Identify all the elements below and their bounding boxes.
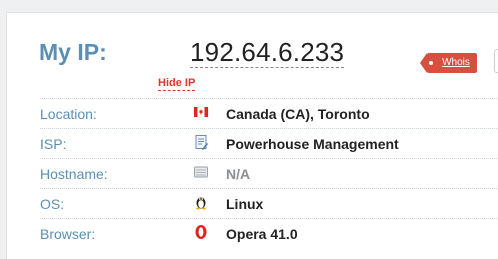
browser-label: Browser: <box>40 226 96 242</box>
browser-row: Browser: Opera 41.0 <box>7 218 498 248</box>
location-label: Location: <box>40 106 97 122</box>
server-icon <box>193 164 209 180</box>
row-divider <box>40 98 498 99</box>
canada-flag-icon <box>193 104 209 120</box>
row-divider <box>40 188 498 189</box>
browser-value: Opera 41.0 <box>226 226 298 242</box>
side-tab[interactable] <box>494 49 498 73</box>
opera-icon <box>193 224 209 240</box>
row-divider <box>40 128 498 129</box>
hostname-row: Hostname: N/A <box>7 158 498 188</box>
row-divider <box>40 158 498 159</box>
hostname-label: Hostname: <box>40 166 108 182</box>
linux-tux-icon <box>193 194 209 210</box>
isp-row: ISP: Powerhouse Management <box>7 128 498 158</box>
isp-document-icon <box>193 134 209 150</box>
os-row: OS: Linux <box>7 188 498 218</box>
hide-ip-link[interactable]: Hide IP <box>158 77 196 91</box>
isp-label: ISP: <box>40 136 67 152</box>
os-value: Linux <box>226 196 264 212</box>
isp-value: Powerhouse Management <box>226 136 399 152</box>
location-value: Canada (CA), Toronto <box>226 106 370 122</box>
my-ip-label: My IP: <box>39 39 107 65</box>
hostname-value: N/A <box>226 166 251 182</box>
whois-button[interactable]: Whois <box>420 53 477 73</box>
location-row: Location: Canada (CA), Toronto <box>7 98 498 128</box>
ip-address-value: 192.64.6.233 <box>190 37 345 68</box>
os-label: OS: <box>40 196 65 212</box>
ip-info-card: My IP: 192.64.6.233 Hide IP Whois Locati… <box>6 12 498 259</box>
row-divider <box>40 218 498 219</box>
